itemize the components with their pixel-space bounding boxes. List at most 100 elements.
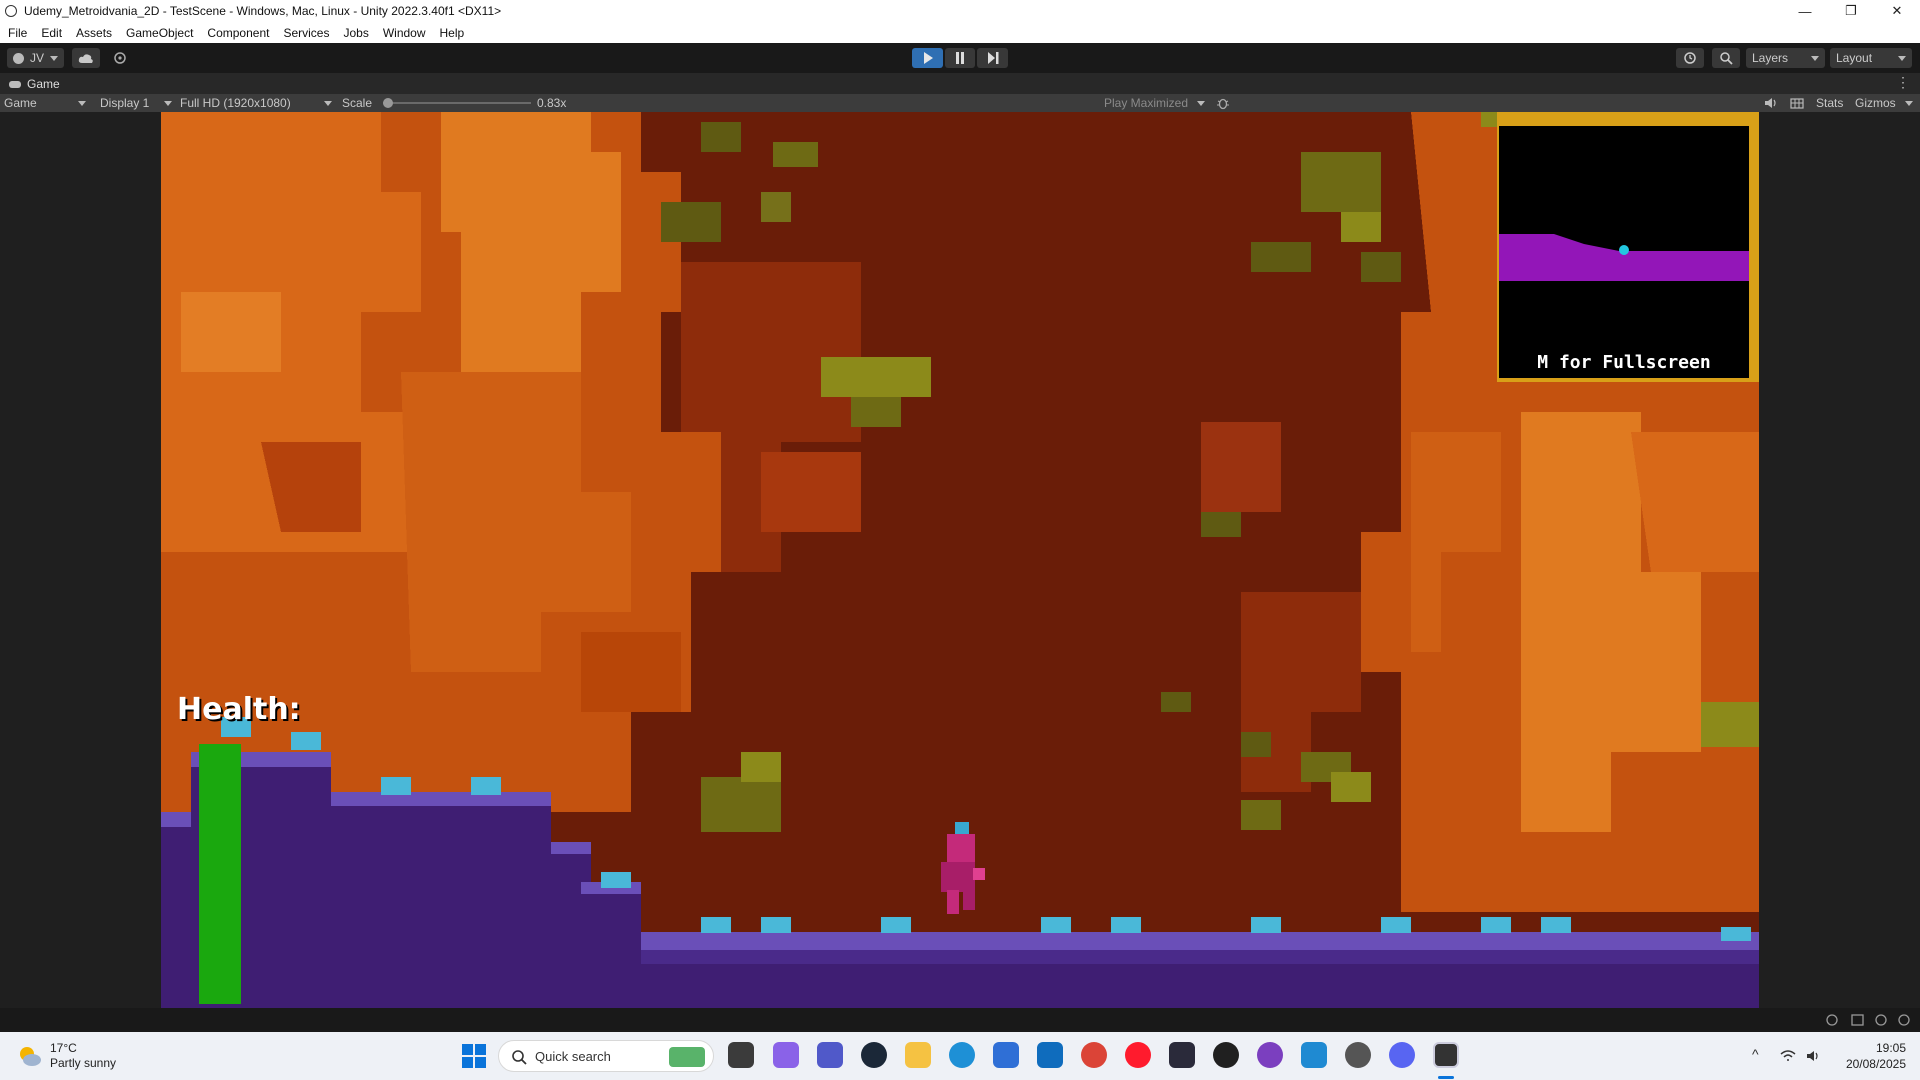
cloud-icon [78,53,93,63]
status-icons [1826,1014,1910,1026]
teams-icon[interactable] [817,1042,843,1068]
play-icon [923,52,933,64]
minimap-map [1499,234,1749,281]
unity-editor-icon[interactable] [1433,1042,1459,1068]
tab-row: Game ⋮ [0,73,1920,94]
cloud-button[interactable] [72,48,100,68]
resolution-select-value: Full HD (1920x1080) [180,96,291,110]
collab-button[interactable] [106,48,134,68]
unity-hub-icon[interactable] [1345,1042,1371,1068]
menu-assets[interactable]: Assets [70,26,118,40]
minimap-view: M for Fullscreen [1499,126,1749,378]
volume-icon[interactable] [1806,1049,1822,1063]
layout-dropdown[interactable]: Layout [1830,48,1912,68]
tab-game[interactable]: Game [0,73,60,94]
windows-logo-icon [462,1044,486,1068]
collab-icon [114,52,126,64]
podcast-icon[interactable] [1257,1042,1283,1068]
weather-desc: Partly sunny [50,1056,117,1070]
menu-edit[interactable]: Edit [35,26,68,40]
menu-help[interactable]: Help [434,26,471,40]
more-options-icon[interactable]: ⋮ [1896,75,1910,89]
menu-bar: File Edit Assets GameObject Component Se… [0,22,1920,43]
play-mode-select-value: Play Maximized [1104,96,1189,110]
step-button[interactable] [977,48,1008,68]
search-button[interactable] [1712,48,1740,68]
resolution-select[interactable]: Full HD (1920x1080) [180,94,332,112]
game-view-bar: Game Display 1 Full HD (1920x1080) Scale… [0,94,1920,112]
game-render[interactable]: Health: M for Fullscreen [161,112,1759,1008]
discord-icon[interactable] [1389,1042,1415,1068]
menu-component[interactable]: Component [201,26,275,40]
start-button[interactable] [462,1044,486,1068]
play-button[interactable] [912,48,943,68]
window-title: Udemy_Metroidvania_2D - TestScene - Wind… [24,4,502,18]
minimap-hint: M for Fullscreen [1537,352,1711,373]
scale-label: Scale [342,96,373,110]
tab-game-label: Game [27,76,60,91]
play-mode-select[interactable]: Play Maximized [1104,94,1206,112]
wifi-icon[interactable] [1780,1049,1796,1063]
grid-icon [1790,98,1804,109]
gizmos-button[interactable]: Gizmos [1855,94,1914,112]
step-icon [987,52,998,64]
chevron-down-icon [1811,55,1819,61]
gizmos-label: Gizmos [1855,96,1896,110]
copilot-icon[interactable] [773,1042,799,1068]
outlook-icon[interactable] [1037,1042,1063,1068]
task-view-icon[interactable] [728,1042,754,1068]
file-explorer-icon[interactable] [905,1042,931,1068]
menu-file[interactable]: File [2,26,33,40]
search-icon [1720,52,1733,65]
view-select-value: Game [4,96,37,110]
store-icon[interactable] [993,1042,1019,1068]
close-button[interactable]: ✕ [1874,0,1920,22]
gamepad-icon [9,80,21,88]
menu-gameobject[interactable]: GameObject [120,26,199,40]
view-select[interactable]: Game [4,94,86,112]
chevron-down-icon [78,101,86,106]
window-controls: — ❐ ✕ [1782,0,1920,22]
status-bar [0,1008,1920,1032]
search-placeholder: Quick search [535,1049,611,1064]
weather-temp: 17°C [50,1041,77,1055]
account-dropdown[interactable]: JV [7,48,64,68]
restore-button[interactable]: ❐ [1828,0,1874,22]
menu-jobs[interactable]: Jobs [337,26,374,40]
clock-time: 19:05 [1875,1041,1906,1055]
history-icon [1684,52,1696,64]
edge-icon[interactable] [949,1042,975,1068]
health-label: Health: [177,692,301,727]
chevron-down-icon [1197,101,1206,107]
pause-icon [956,52,964,64]
menu-services[interactable]: Services [277,26,335,40]
search-box[interactable]: Quick search [498,1040,714,1072]
chrome-icon[interactable] [1081,1042,1107,1068]
steam-icon[interactable] [861,1042,887,1068]
clock[interactable]: 19:05 20/08/2025 [1836,1041,1906,1071]
scale-slider-handle[interactable] [383,98,393,108]
clock-date: 20/08/2025 [1845,1057,1906,1071]
bug-icon [1217,98,1229,110]
aseprite-icon[interactable] [1169,1042,1195,1068]
vscode-icon[interactable] [1301,1042,1327,1068]
windows-taskbar: 17°C Partly sunny Quick search ^ 19:05 2… [0,1032,1920,1080]
opera-icon[interactable] [1125,1042,1151,1068]
pause-button[interactable] [945,48,975,68]
layers-dropdown[interactable]: Layers [1746,48,1825,68]
window-title-bar: Udemy_Metroidvania_2D - TestScene - Wind… [0,0,1920,22]
display-select[interactable]: Display 1 [100,94,172,112]
chatgpt-icon[interactable] [1213,1042,1239,1068]
history-button[interactable] [1676,48,1704,68]
stats-button[interactable]: Stats [1816,94,1843,112]
minimize-button[interactable]: — [1782,0,1828,22]
scale-slider[interactable] [383,98,531,108]
minimap: M for Fullscreen [1497,112,1759,382]
scale-value: 0.83x [537,96,567,110]
layout-label: Layout [1836,51,1873,65]
menu-window[interactable]: Window [377,26,432,40]
show-hidden-icons-icon[interactable]: ^ [1752,1046,1759,1062]
layers-label: Layers [1752,51,1789,65]
chevron-down-icon [164,101,172,106]
chevron-down-icon [50,55,59,61]
